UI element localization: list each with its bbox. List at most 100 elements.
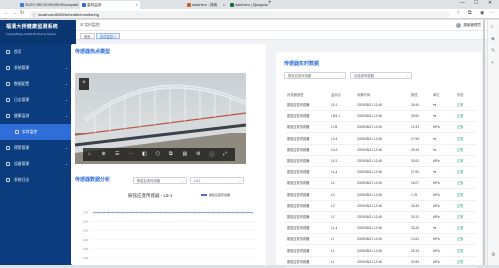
table-row[interactable]: 振弦应变传感器 L1 2025/08/21 12:48 32.85 MPa 正常 — [285, 257, 477, 268]
realtime-sensor-select[interactable]: 请选择传感器 ⌄ — [350, 72, 412, 79]
sidebar-item[interactable]: 设备管理 ⌄ — [0, 156, 76, 172]
tag-home[interactable]: 首页 — [80, 32, 95, 39]
table-row[interactable]: 振弦应变传感器 L7 2025/08/21 12:48 13.63 MPa 正常 — [285, 234, 477, 246]
model-tool-icon[interactable]: ⤢ — [223, 151, 227, 157]
table-row[interactable]: 振弦应变传感器 L1 2025/08/21 12:48 25.33 MPa 正常 — [285, 246, 477, 257]
sidebar-item[interactable]: 系统管理 ⌄ — [0, 60, 76, 76]
data-point[interactable] — [169, 211, 172, 214]
data-point[interactable] — [121, 211, 124, 214]
menu-icon[interactable]: ⋯ — [490, 10, 495, 16]
data-point[interactable] — [179, 211, 182, 214]
search-icon[interactable]: ⌕ — [491, 24, 494, 30]
browser-tab[interactable]: 高校监测 × — [80, 1, 140, 9]
maximize-button[interactable]: ☐ — [474, 0, 478, 6]
table-row[interactable]: 振弦应变传感器 L3 2025/08/21 12:48 18.33 MPa 正常 — [285, 201, 477, 212]
data-point[interactable] — [155, 211, 158, 214]
data-point[interactable] — [251, 211, 253, 214]
browser-tab[interactable]: SDZS /SB:DESENISHS/completion/hy...× — [18, 1, 78, 9]
close-tab-icon[interactable]: × — [74, 1, 76, 9]
data-point[interactable] — [145, 211, 148, 214]
page-scrollbar[interactable] — [483, 20, 485, 265]
url-input[interactable]: ⓘ localhost:8080/#/health/monitoring — [30, 10, 450, 18]
settings-icon[interactable]: ⚙ — [491, 252, 495, 258]
sensor-type-select[interactable]: 振弦应变传感器 ⌄ — [133, 177, 187, 184]
data-point[interactable] — [188, 211, 191, 214]
sidebar-item[interactable]: 健康监测 ⌄ — [0, 108, 76, 124]
close-tab-icon[interactable]: × — [264, 1, 266, 9]
table-header[interactable]: 状态 — [457, 92, 464, 97]
model-tool-icon[interactable]: ⚙ — [196, 151, 200, 157]
model-tool-icon[interactable]: ▤ — [183, 151, 188, 157]
forward-icon[interactable]: → — [12, 10, 17, 16]
reload-icon[interactable]: ↻ — [20, 10, 24, 16]
sidebar-item[interactable]: 首页 — [0, 44, 76, 60]
data-point[interactable] — [160, 211, 162, 214]
table-row[interactable]: 振弦应变传感器 L3-2 2025/08/21 12:48 25.35 ℃ 正常 — [285, 145, 477, 156]
table-header[interactable]: 监测点 — [331, 92, 341, 97]
table-row[interactable]: 振弦应变传感器 L7/8 2025/08/21 12:48 12.33 MPa 正常 — [285, 122, 477, 134]
data-point[interactable] — [222, 211, 225, 214]
data-point[interactable] — [236, 211, 239, 214]
realtime-type-select[interactable]: 振弦应变传感器 ⌄ — [284, 72, 346, 79]
data-point[interactable] — [227, 211, 229, 214]
breadcrumb[interactable]: ☰ 实时监控 — [80, 20, 100, 31]
data-point[interactable] — [217, 211, 220, 214]
sidebar-item[interactable]: 日志管理 ⌄ — [0, 92, 76, 108]
data-point[interactable] — [193, 211, 196, 214]
data-point[interactable] — [208, 211, 210, 214]
model-tool-icon[interactable]: ◧ — [142, 151, 147, 157]
data-point[interactable] — [164, 211, 167, 214]
data-point[interactable] — [203, 211, 206, 214]
new-tab-button[interactable]: + — [268, 0, 272, 6]
table-row[interactable]: 振弦应变传感器 L1-4 2025/08/21 12:48 26.25 ℃ 正常 — [285, 223, 477, 235]
extensions-icon[interactable]: ⧉ — [468, 10, 472, 16]
data-point[interactable] — [198, 211, 201, 214]
chart-legend[interactable]: 振弦应变传感器 — [201, 193, 230, 197]
model-tool-icon[interactable]: ⧉ — [169, 151, 173, 157]
data-point[interactable] — [184, 211, 186, 214]
data-point[interactable] — [212, 211, 215, 214]
model-tool-icon[interactable]: ⊕ — [102, 151, 106, 157]
minimize-button[interactable]: — — [460, 0, 465, 6]
data-point[interactable] — [102, 211, 105, 214]
close-tab-icon[interactable]: × — [136, 1, 138, 9]
data-point[interactable] — [231, 211, 234, 214]
sensor-select[interactable]: L5-1 ⌄ — [190, 177, 244, 184]
sidebar-item[interactable]: 预警管理 ⌄ — [0, 140, 76, 156]
data-point[interactable] — [126, 211, 129, 214]
sidebar-item[interactable]: 数据配置 ⌄ — [0, 76, 76, 92]
compass-icon[interactable]: N — [79, 78, 89, 90]
table-header[interactable]: 单位 — [433, 92, 440, 97]
browser-tab[interactable]: dataHero | Django-suyh-admin× — [228, 1, 268, 9]
profile-icon[interactable]: ◉ — [480, 10, 484, 16]
star-icon[interactable]: ☆ — [456, 10, 460, 16]
table-row[interactable]: 振弦应变传感器 L5-1 2025/08/21 12:48 33.63 MPa 正常 — [285, 156, 477, 167]
table-header[interactable]: 数值 — [411, 92, 418, 97]
table-row[interactable]: 振弦应变传感器 L2 2025/08/21 12:48 30.31 MPa 正常 — [285, 212, 477, 223]
table-header[interactable]: 传感器类型 — [287, 92, 303, 97]
add-icon[interactable]: + — [491, 60, 494, 66]
data-point[interactable] — [93, 211, 95, 214]
model-tool-icon[interactable]: ⓘ — [210, 151, 215, 158]
sidebar-item[interactable]: 实时监控 — [0, 124, 76, 140]
shopping-icon[interactable]: ◈ — [491, 36, 495, 42]
data-point[interactable] — [241, 211, 244, 214]
data-point[interactable] — [140, 211, 143, 214]
site-info-icon[interactable]: ⓘ — [32, 11, 36, 18]
close-tab-icon[interactable]: × — [223, 1, 225, 9]
data-point[interactable] — [97, 211, 100, 214]
table-row[interactable]: 振弦应变传感器 L5/3-1 2025/08/21 12:48 25.60 ℃ 正常 — [285, 111, 477, 123]
sidebar-item[interactable]: 系统日志 — [0, 172, 76, 188]
data-point[interactable] — [112, 211, 115, 214]
model-tool-icon[interactable]: ⬡ — [156, 151, 160, 157]
table-row[interactable]: 振弦应变传感器 L3-4 2025/08/21 12:48 27.55 ℃ 正常 — [285, 134, 477, 145]
data-point[interactable] — [131, 211, 134, 214]
tools-icon[interactable]: ✎ — [491, 48, 495, 54]
table-row[interactable]: 振弦应变传感器 L3 2025/08/21 12:48 1.76 MPa 正常 — [285, 190, 477, 201]
browser-tab[interactable]: dataHero - 搜索 × — [185, 1, 227, 9]
back-icon[interactable]: ← — [4, 10, 9, 16]
data-point[interactable] — [174, 211, 177, 214]
data-point[interactable] — [117, 211, 119, 214]
close-window-button[interactable]: ✕ — [488, 0, 492, 6]
table-row[interactable]: 振弦应变传感器 L4 2025/08/21 12:48 16.07 MPa 正常 — [285, 178, 477, 190]
